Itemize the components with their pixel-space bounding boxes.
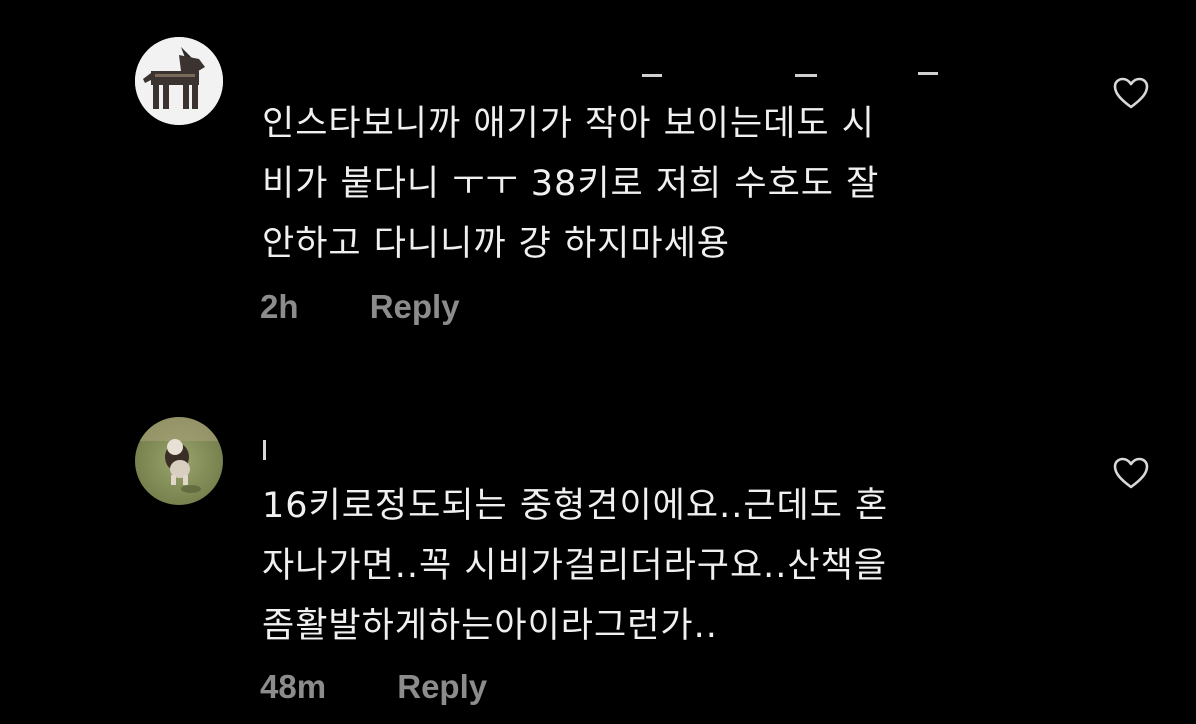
timestamp: 48m [260, 668, 327, 705]
heart-outline-icon [1113, 77, 1149, 109]
comment-line: 안하고 다니니까 걍 하지마세용 [262, 224, 730, 264]
comment-line: 16키로정도되는 중형견이에요..근데도 혼 [262, 486, 889, 526]
heart-outline-icon [1113, 457, 1149, 489]
comment-meta: 2h Reply [260, 288, 460, 326]
text-artifact-mark [642, 74, 662, 77]
dog-photo-icon [135, 417, 223, 505]
timestamp: 2h [260, 288, 299, 325]
text-artifact-mark [795, 74, 817, 77]
avatar[interactable] [135, 37, 223, 125]
reply-button[interactable]: Reply [370, 288, 460, 326]
avatar[interactable] [135, 417, 223, 505]
comment-line: 자나가면..꼭 시비가걸리더라구요..산책을 [262, 546, 888, 586]
text-artifact-mark [263, 440, 266, 460]
comment-line: 좀활발하게하는아이라그런가.. [262, 606, 718, 646]
comment-1: 인스타보니까 애기가 작아 보이는데도 시 비가 붙다니 ㅜㅜ 38키로 저희 … [0, 0, 1196, 360]
comment-2: 16키로정도되는 중형견이에요..근데도 혼 자나가면..꼭 시비가걸리더라구요… [0, 360, 1196, 724]
comment-line: 비가 붙다니 ㅜㅜ 38키로 저희 수호도 잘 [262, 164, 880, 204]
like-button[interactable] [1112, 76, 1150, 110]
text-artifact-mark [918, 72, 938, 75]
comment-body: 16키로정도되는 중형견이에요..근데도 혼 자나가면..꼭 시비가걸리더라구요… [262, 476, 888, 656]
comment-line: 인스타보니까 애기가 작아 보이는데도 시 [262, 104, 875, 144]
comment-meta: 48m Reply [260, 668, 487, 706]
dog-silhouette-icon [135, 37, 223, 125]
reply-button[interactable]: Reply [397, 668, 487, 706]
like-button[interactable] [1112, 456, 1150, 490]
comment-body: 인스타보니까 애기가 작아 보이는데도 시 비가 붙다니 ㅜㅜ 38키로 저희 … [262, 94, 879, 274]
